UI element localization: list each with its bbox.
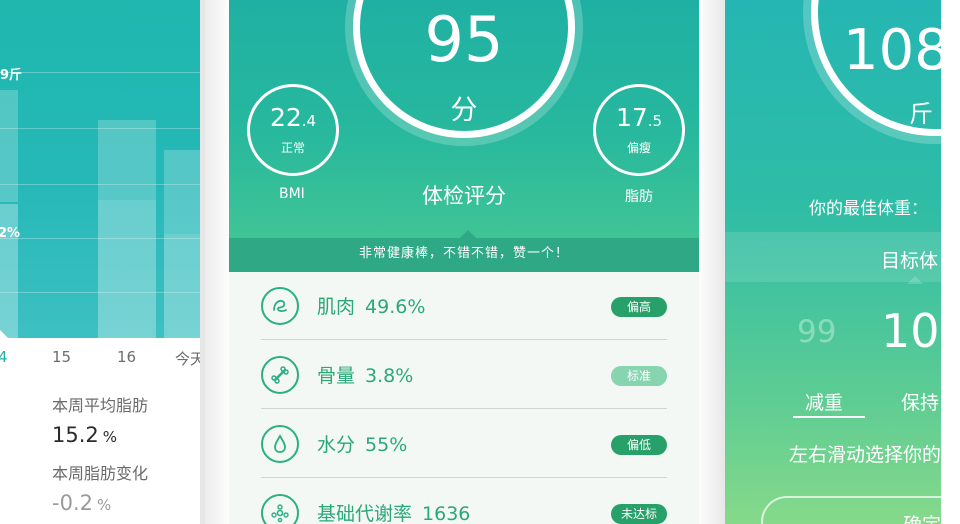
x-tick-label[interactable]: 15 — [52, 348, 71, 366]
weight-data-label: 9斤 — [0, 68, 23, 83]
percent-data-label: 2% — [0, 226, 21, 241]
center-phone-screen: 95 分 22.4 正常 BMI 17.5 偏瘦 脂肪 体检评分 非常健康棒，不… — [205, 0, 725, 524]
bmi-value: 22.4 — [250, 103, 336, 132]
picker-pointer — [907, 276, 923, 284]
metric-label: 骨量 3.8% — [317, 361, 413, 388]
fat-change-value-row: -0.2% — [52, 486, 212, 520]
status-badge: 标准 — [611, 366, 667, 386]
fat-value: 17.5 — [596, 103, 682, 132]
metric-row-water[interactable]: 水分 55% 偏低 — [261, 412, 667, 478]
chart-bar-lower — [164, 234, 200, 338]
target-weight-label: 目标体 — [881, 250, 939, 272]
active-tab-underline — [793, 416, 865, 418]
avg-fat-value-row: 15.2% — [52, 418, 212, 452]
metric-name: 水分 — [317, 434, 356, 456]
left-phone-screen: 9斤 2% 4 15 16 今天 本周平均脂肪 15.2% 本周脂肪变化 -0.… — [0, 0, 206, 524]
metric-value: 1636 — [422, 503, 471, 524]
bone-icon — [261, 356, 299, 394]
chart-bar-upper — [98, 120, 156, 200]
swipe-hint: 左右滑动选择你的 — [789, 444, 941, 466]
grid-line — [0, 72, 200, 73]
metric-row-bone[interactable]: 骨量 3.8% 标准 — [261, 343, 667, 409]
fat-change-label: 本周脂肪变化 — [52, 464, 149, 483]
chart-bar-lower — [98, 200, 156, 338]
bmi-value-int: 22 — [269, 103, 302, 132]
right-phone-screen: 108 斤 你的最佳体重： 目标体 99 100 减重 保持 左右滑动选择你的 … — [725, 0, 941, 524]
bmi-caption: BMI — [279, 186, 305, 202]
tab-maintain[interactable]: 保持 — [901, 388, 939, 415]
metric-value: 3.8% — [365, 365, 414, 387]
fat-trend-chart: 9斤 2% — [0, 0, 200, 338]
chart-bar-lower — [0, 204, 18, 338]
chart-bar[interactable] — [0, 90, 18, 338]
water-drop-icon — [261, 425, 299, 463]
chart-bar[interactable] — [98, 120, 156, 338]
confirm-button[interactable]: 确定 — [761, 496, 941, 524]
metric-label: 肌肉 49.6% — [317, 292, 425, 319]
health-score: 95 — [424, 3, 504, 76]
app-showcase: 9斤 2% 4 15 16 今天 本周平均脂肪 15.2% 本周脂肪变化 -0.… — [0, 0, 960, 524]
metric-name: 基础代谢率 — [317, 503, 413, 524]
best-weight-label: 你的最佳体重： — [809, 199, 928, 219]
fat-caption: 脂肪 — [625, 189, 653, 205]
avg-fat-value: 15.2 — [52, 423, 99, 447]
fat-change-unit: % — [96, 496, 112, 514]
status-badge: 偏低 — [611, 435, 667, 455]
score-header: 95 分 22.4 正常 BMI 17.5 偏瘦 脂肪 体检评分 — [229, 0, 699, 238]
chart-bar-upper — [0, 90, 18, 202]
selected-day-marker — [0, 330, 8, 338]
score-unit: 分 — [450, 95, 478, 126]
phone-frame-left — [205, 0, 229, 524]
phone-frame-right — [699, 0, 725, 524]
weekly-fat-stats: 本周平均脂肪 15.2% 本周脂肪变化 -0.2% — [52, 394, 212, 524]
bmi-ring[interactable]: 22.4 正常 — [247, 84, 339, 176]
fat-status: 偏瘦 — [626, 141, 651, 155]
fat-change-value: -0.2 — [52, 491, 93, 515]
muscle-icon — [261, 287, 299, 325]
metric-label: 基础代谢率 1636 — [317, 499, 470, 524]
fat-value-int: 17 — [615, 103, 648, 132]
weight-unit: 斤 — [909, 100, 933, 128]
metric-row-metabolism[interactable]: 基础代谢率 1636 未达标 — [261, 481, 667, 524]
tab-lose-weight[interactable]: 减重 — [805, 388, 843, 415]
x-tick-label[interactable]: 16 — [117, 348, 136, 366]
metric-label: 水分 55% — [317, 430, 407, 457]
avg-fat-unit: % — [102, 428, 118, 446]
picker-current-value[interactable]: 100 — [881, 304, 941, 358]
metric-row-muscle[interactable]: 肌肉 49.6% 偏高 — [261, 274, 667, 340]
fat-ring[interactable]: 17.5 偏瘦 — [593, 84, 685, 176]
fat-value-dec: .5 — [647, 112, 663, 130]
chart-bar-upper — [164, 150, 200, 234]
health-report-screen: 95 分 22.4 正常 BMI 17.5 偏瘦 脂肪 体检评分 非常健康棒，不… — [229, 0, 699, 524]
encouragement-banner: 非常健康棒，不错不错，赞一个！ — [229, 238, 699, 272]
metabolism-icon — [261, 494, 299, 524]
status-badge: 偏高 — [611, 297, 667, 317]
metric-name: 骨量 — [317, 365, 356, 387]
current-weight: 108 — [843, 18, 941, 83]
status-badge: 未达标 — [611, 504, 667, 524]
chart-bar[interactable] — [164, 150, 200, 338]
score-caption: 体检评分 — [422, 184, 506, 208]
banner-pointer — [460, 230, 476, 238]
page-margin — [941, 0, 960, 524]
avg-fat-label: 本周平均脂肪 — [52, 396, 149, 415]
bmi-status: 正常 — [280, 141, 305, 155]
picker-prev-value[interactable]: 99 — [797, 314, 836, 350]
bmi-value-dec: .4 — [301, 112, 317, 130]
metric-value: 49.6% — [365, 296, 426, 318]
metric-value: 55% — [365, 434, 408, 456]
metric-name: 肌肉 — [317, 296, 356, 318]
confirm-button-label: 确定 — [903, 510, 941, 524]
x-tick-label[interactable]: 4 — [0, 348, 8, 366]
